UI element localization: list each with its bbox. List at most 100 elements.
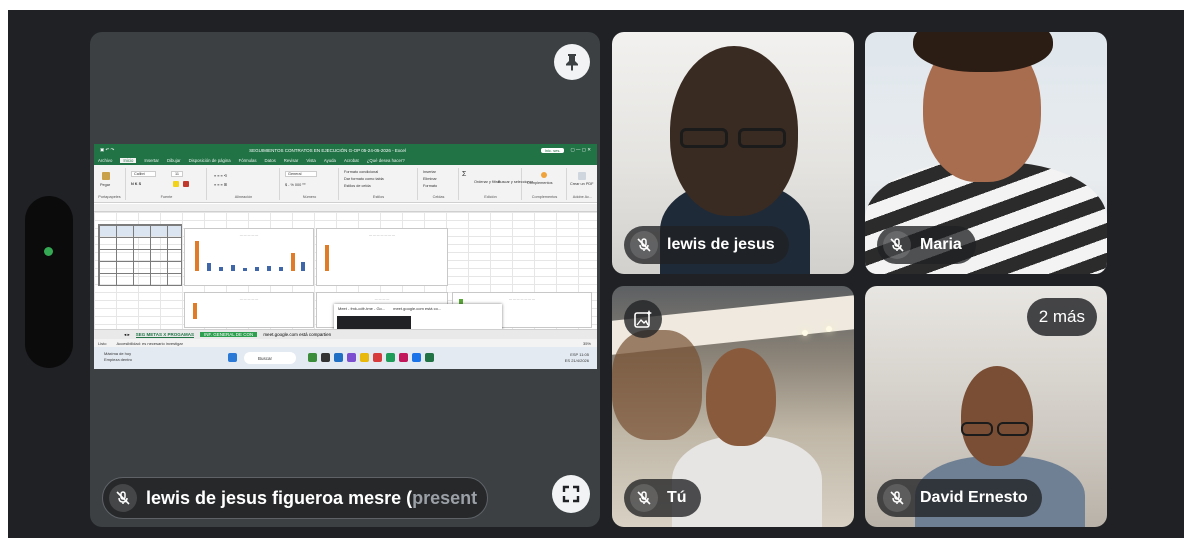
weather-widget: Máxima de hoy Empieza dentro — [104, 351, 132, 363]
participant-tile-david[interactable]: 2 más David Ernesto — [865, 286, 1107, 527]
chart-bar — [193, 303, 197, 319]
ceiling-light — [802, 330, 808, 336]
format-label: Formato — [423, 184, 438, 188]
chart-bar — [325, 245, 329, 271]
insert-label: Insertar — [423, 170, 436, 174]
excel-signin-button: Inic. ses. — [540, 147, 565, 153]
excel-title-bar: ▣ ↶ ↷ SEGUIMIENTOS CONTRATOS EN EJECUCIÓ… — [94, 144, 597, 156]
number-format-field: General — [285, 171, 317, 177]
chart-bar — [267, 266, 271, 271]
app-icon — [321, 353, 330, 362]
excel-menu-item: Fórmulas — [238, 158, 257, 163]
excel-chart-title: — — — — — — — — [368, 233, 395, 237]
mic-off-icon — [630, 231, 658, 259]
popup-tab: meet.google.com está co... — [393, 306, 442, 311]
glasses-shape — [961, 422, 993, 436]
participant-tile-self[interactable]: Tú — [612, 286, 854, 527]
ceiling-light — [826, 326, 832, 332]
ribbon-group-alignment: ≡ ≡ ≡ ⟲ ≡ ≡ ≡ ⊞ Alineación — [208, 168, 280, 200]
excel-menu-bar: Archivo Inicio Insertar Dibujar Disposic… — [94, 156, 597, 165]
status-zoom: 35% — [582, 340, 591, 346]
participant-tile-maria[interactable]: Maria — [865, 32, 1107, 274]
sheet-nav-icon: ◂ ▸ — [124, 331, 130, 337]
ribbon-group-label: Portapapeles — [98, 195, 121, 199]
excel-chart: — — — — — — [184, 292, 314, 328]
participant-name: David Ernesto — [920, 489, 1028, 506]
ribbon-group-label: Complementos — [531, 195, 558, 199]
addins-label: Complementos — [527, 181, 553, 185]
excel-mini-table — [98, 224, 182, 286]
excel-menu-item: Dibujar — [166, 158, 181, 163]
app-icon — [347, 353, 356, 362]
ribbon-group-cells: Insertar Eliminar Formato Celdas — [419, 168, 459, 200]
ribbon-group-styles: Formato condicional Dar formato como tab… — [340, 168, 418, 200]
excel-menu-item: ¿Qué desea hacer? — [366, 158, 405, 163]
cond-format-label: Formato condicional — [344, 170, 379, 174]
addins-icon — [541, 172, 547, 178]
ribbon-group-label: Fuente — [160, 195, 173, 199]
participant-name-pill: David Ernesto — [877, 479, 1042, 517]
pin-button[interactable] — [554, 44, 590, 80]
participant-name: lewis de jesus — [667, 236, 775, 253]
sort-label: Ordenar y filtrar — [474, 180, 501, 184]
visual-effects-button[interactable] — [624, 300, 662, 338]
fullscreen-button[interactable] — [552, 475, 590, 513]
number-format-icons: $ - % 000 ⁰⁰ — [285, 183, 306, 187]
presenter-name-text: lewis de jesus figueroa mesre ( — [146, 487, 413, 508]
chart-bar — [243, 268, 247, 271]
participant-name-pill: Maria — [877, 226, 976, 264]
excel-menu-item: Vista — [306, 158, 316, 163]
excel-sheet-tabs: ◂ ▸ SEG METAS X PROGAMAS INF. GENERAL DE… — [94, 329, 597, 339]
ribbon-group-label: Estilos — [372, 195, 385, 199]
status-dot — [44, 247, 53, 256]
excel-chart-title: — — — — — — [239, 297, 259, 301]
presentation-tile[interactable]: ▣ ↶ ↷ SEGUIMIENTOS CONTRATOS EN EJECUCIÓ… — [90, 32, 600, 527]
participant-name: Tú — [667, 489, 687, 506]
excel-menu-item: Disposición de página — [188, 158, 231, 163]
side-panel-handle[interactable] — [25, 196, 73, 368]
font-size-field: 11 — [171, 171, 183, 177]
taskbar-lang2: ES — [564, 358, 571, 363]
ribbon-group-adobe: Crear un PDF Adobe Ac... — [568, 168, 597, 200]
participant-face — [706, 348, 776, 446]
ribbon-group-font: Calibri 11 N K S Fuente — [127, 168, 207, 200]
share-notice: meet.google.com está compartien — [263, 332, 332, 337]
chart-bar — [255, 267, 259, 271]
excel-chart: — — — — — — — — [316, 228, 448, 286]
shared-screen-excel: ▣ ↶ ↷ SEGUIMIENTOS CONTRATOS EN EJECUCIÓ… — [94, 144, 597, 369]
taskbar-search: Buscar — [244, 352, 296, 364]
participant-name-pill: lewis de jesus — [624, 226, 789, 264]
ribbon-group-label: Alineación — [234, 195, 253, 199]
ribbon-group-label: Celdas — [432, 195, 445, 199]
app-icon — [308, 353, 317, 362]
fullscreen-icon — [562, 485, 580, 503]
visual-effects-icon — [634, 310, 652, 328]
participant-tile-lewis[interactable]: lewis de jesus — [612, 32, 854, 274]
mic-off-icon — [630, 484, 658, 512]
ribbon-group-addins: Complementos Complementos — [523, 168, 567, 200]
ribbon-group-label: Adobe Ac... — [572, 195, 593, 199]
taskbar-date: 21/4/2026 — [571, 358, 589, 363]
excel-chart-title: — — — — — — — — [508, 297, 535, 301]
presenter-name: lewis de jesus figueroa mesre (present — [146, 488, 477, 509]
mic-off-icon — [109, 484, 137, 512]
sheet-tab-active: INF. GENERAL DE CON — [199, 332, 258, 337]
autosum-icon: Σ — [462, 171, 467, 178]
font-color-icon — [183, 181, 189, 187]
more-participants-badge[interactable]: 2 más — [1026, 298, 1097, 336]
excel-menu-item: Insertar — [144, 158, 159, 163]
excel-chart-title: — — — — — — [239, 233, 259, 237]
app-icon — [399, 353, 408, 362]
ribbon-group-editing: Σ Ordenar y filtrar Buscar y seleccionar… — [460, 168, 533, 200]
cell-styles-label: Estilos de celda — [344, 184, 371, 188]
pin-icon — [566, 54, 578, 71]
windows-taskbar: Máxima de hoy Empieza dentro Buscar ESP … — [94, 347, 597, 369]
alignment-icon: ≡ ≡ ≡ ⟲ — [214, 174, 227, 178]
window-controls-icon: ▢ — ▢ ✕ — [570, 147, 591, 152]
taskbar-time: 11:05 — [579, 352, 589, 357]
weather-line: Empieza dentro — [104, 357, 133, 362]
excel-ribbon: Pegar Portapapeles Calibri 11 N K S Fuen… — [94, 165, 597, 203]
participant-name: Maria — [920, 236, 962, 253]
excel-menu-item: Revisar — [283, 158, 299, 163]
ribbon-group-label: Número — [302, 195, 317, 199]
